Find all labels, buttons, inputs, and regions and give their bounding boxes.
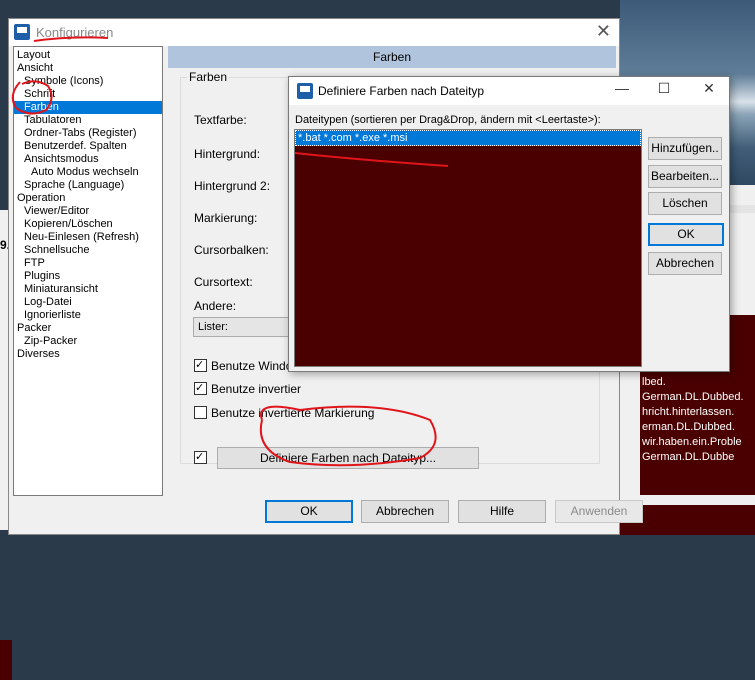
checkbox-box[interactable] bbox=[194, 357, 207, 373]
tree-item[interactable]: Tabulatoren bbox=[14, 114, 162, 127]
background-list-line: hricht.hinterlassen. bbox=[642, 406, 735, 418]
tree-item[interactable]: Ignorierliste bbox=[14, 309, 162, 322]
sub-cancel-button[interactable]: Abbrechen bbox=[648, 252, 722, 275]
filetype-list-item[interactable]: *.bat *.com *.exe *.msi bbox=[295, 130, 641, 146]
tree-item[interactable]: Benutzerdef. Spalten bbox=[14, 140, 162, 153]
tree-item[interactable]: Diverses bbox=[14, 348, 162, 361]
minimize-icon[interactable]: — bbox=[607, 80, 637, 96]
filetype-list[interactable]: *.bat *.com *.exe *.msi bbox=[294, 129, 642, 367]
sub-title: Definiere Farben nach Dateityp bbox=[318, 84, 485, 98]
tree-item[interactable]: Sprache (Language) bbox=[14, 179, 162, 192]
checkbox-filetype-colors[interactable] bbox=[194, 449, 211, 466]
tree-item[interactable]: FTP bbox=[14, 257, 162, 270]
tree-item[interactable]: Zip-Packer bbox=[14, 335, 162, 348]
sub-titlebar[interactable]: Definiere Farben nach Dateityp — ☐ ✕ bbox=[289, 77, 729, 105]
ok-button[interactable]: OK bbox=[265, 500, 353, 523]
label-hintergrund: Hintergrund: bbox=[194, 147, 261, 161]
close-icon[interactable]: ✕ bbox=[694, 80, 724, 97]
background-list-line: lbed. bbox=[642, 376, 666, 388]
help-button[interactable]: Hilfe bbox=[458, 500, 546, 523]
background-list-line: wir.haben.ein.Proble bbox=[642, 436, 742, 448]
filetype-colors-dialog: Definiere Farben nach Dateityp — ☐ ✕ Dat… bbox=[288, 76, 730, 372]
checkbox-box[interactable] bbox=[194, 406, 207, 419]
group-label: Farben bbox=[187, 70, 230, 84]
label-textfarbe: Textfarbe: bbox=[194, 113, 247, 127]
tree-item[interactable]: Viewer/Editor bbox=[14, 205, 162, 218]
tree-item[interactable]: Ansicht bbox=[14, 62, 162, 75]
tree-item[interactable]: Operation bbox=[14, 192, 162, 205]
tree-item[interactable]: Ordner-Tabs (Register) bbox=[14, 127, 162, 140]
tree-item[interactable]: Auto Modus wechseln bbox=[14, 166, 162, 179]
tree-item[interactable]: Schnellsuche bbox=[14, 244, 162, 257]
checkbox-windows-colors[interactable]: Benutze Window bbox=[194, 357, 301, 374]
label-cursortext: Cursortext: bbox=[194, 275, 253, 289]
checkbox-label: Benutze invertierte Markierung bbox=[211, 406, 375, 420]
settings-tree[interactable]: Layout Ansicht Symbole (Icons) Schrift Farbe… bbox=[13, 46, 163, 496]
section-header: Farben bbox=[168, 46, 616, 68]
tree-item[interactable]: Farben bbox=[14, 101, 162, 114]
background-list-line: German.DL.Dubbed. bbox=[642, 391, 744, 403]
apply-button[interactable]: Anwenden bbox=[555, 500, 643, 523]
app-icon bbox=[297, 83, 313, 99]
checkbox-inverted-cursor[interactable]: Benutze invertier bbox=[194, 380, 302, 397]
checkbox-box[interactable] bbox=[194, 449, 207, 465]
label-hintergrund-2: Hintergrund 2: bbox=[194, 179, 271, 193]
label-cursorbalken: Cursorbalken: bbox=[194, 243, 269, 257]
tree-item[interactable]: Log-Datei bbox=[14, 296, 162, 309]
config-title: Konfigurieren bbox=[36, 25, 114, 40]
close-icon[interactable]: ✕ bbox=[596, 21, 611, 42]
define-colors-by-filetype-button[interactable]: Definiere Farben nach Dateityp... bbox=[217, 447, 479, 469]
tree-item[interactable]: Miniaturansicht bbox=[14, 283, 162, 296]
tree-item[interactable]: Layout bbox=[14, 49, 162, 62]
sub-ok-button[interactable]: OK bbox=[648, 223, 724, 246]
tree-item[interactable]: Packer bbox=[14, 322, 162, 335]
background-list-line: erman.DL.Dubbed. bbox=[642, 421, 735, 433]
other-colors-combo[interactable]: Lister: bbox=[193, 317, 293, 337]
filetype-list-label: Dateitypen (sortieren per Drag&Drop, änd… bbox=[295, 114, 601, 126]
tree-item[interactable]: Plugins bbox=[14, 270, 162, 283]
add-button[interactable]: Hinzufügen.. bbox=[648, 137, 722, 160]
config-titlebar[interactable]: Konfigurieren ✕ bbox=[9, 19, 619, 46]
cancel-button[interactable]: Abbrechen bbox=[361, 500, 449, 523]
label-markierung: Markierung: bbox=[194, 211, 258, 225]
app-icon bbox=[14, 24, 30, 40]
tree-item[interactable]: Symbole (Icons) bbox=[14, 75, 162, 88]
tree-item[interactable]: Schrift bbox=[14, 88, 162, 101]
tree-item[interactable]: Kopieren/Löschen bbox=[14, 218, 162, 231]
background-list-line: German.DL.Dubbe bbox=[642, 451, 735, 463]
tree-item[interactable]: Ansichtsmodus bbox=[14, 153, 162, 166]
tree-item[interactable]: Neu-Einlesen (Refresh) bbox=[14, 231, 162, 244]
checkbox-inverted-selection[interactable]: Benutze invertierte Markierung bbox=[194, 405, 374, 421]
delete-button[interactable]: Löschen bbox=[648, 192, 722, 215]
edit-button[interactable]: Bearbeiten... bbox=[648, 165, 722, 188]
checkbox-box[interactable] bbox=[194, 380, 207, 396]
label-andere: Andere: bbox=[194, 299, 237, 313]
maximize-icon[interactable]: ☐ bbox=[649, 80, 679, 97]
checkbox-label: Benutze invertier bbox=[211, 382, 302, 396]
